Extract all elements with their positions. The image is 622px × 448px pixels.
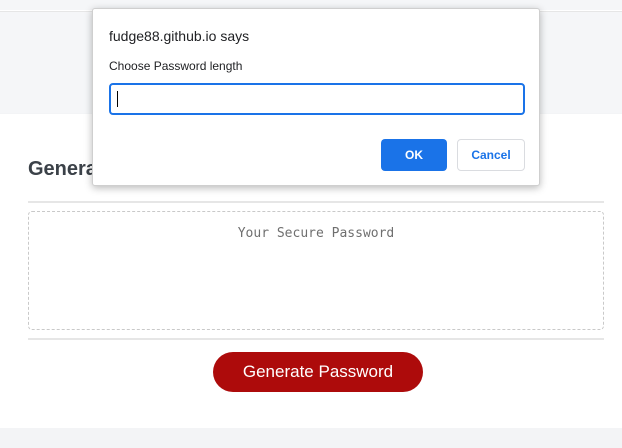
password-length-input[interactable] (109, 83, 525, 115)
password-output[interactable] (28, 211, 604, 330)
dialog-message: Choose Password length (109, 59, 243, 73)
ok-button[interactable]: OK (381, 139, 447, 171)
generate-password-button[interactable]: Generate Password (213, 352, 423, 392)
prompt-dialog: fudge88.github.io says Choose Password l… (92, 8, 540, 186)
text-caret (117, 91, 118, 107)
dialog-origin: fudge88.github.io says (109, 28, 250, 44)
page: Generate a Password Generate Password fu… (0, 0, 622, 448)
card-divider-top (28, 201, 604, 203)
card-divider-bottom (28, 338, 604, 340)
cancel-button[interactable]: Cancel (457, 139, 525, 171)
